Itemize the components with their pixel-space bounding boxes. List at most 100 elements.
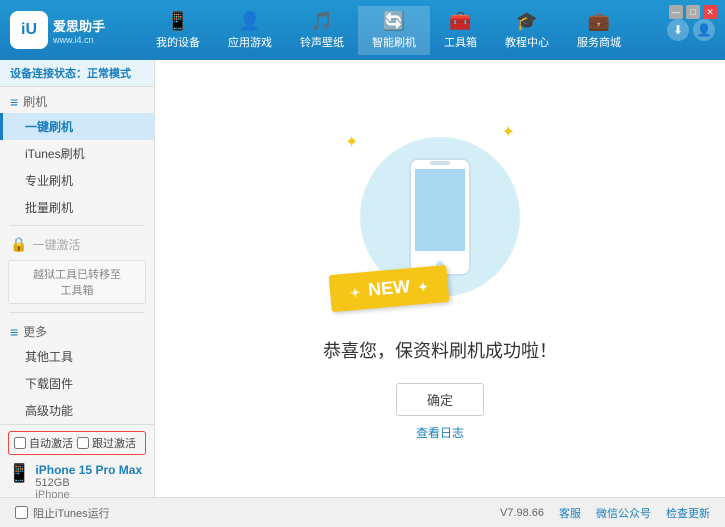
activation-notice-box: 越狱工具已转移至工具箱 bbox=[8, 260, 146, 304]
download-firmware-label: 下载固件 bbox=[25, 377, 73, 391]
logo-text-icon: iU bbox=[21, 21, 37, 39]
tutorial-icon: 🎓 bbox=[516, 11, 538, 32]
minimize-button[interactable]: — bbox=[669, 5, 683, 19]
device-storage: 512GB bbox=[35, 477, 142, 489]
service-label: 服务商城 bbox=[577, 34, 621, 50]
sidebar-divider-1 bbox=[10, 225, 144, 226]
view-log-link[interactable]: 查看日志 bbox=[416, 424, 464, 441]
stop-itunes-checkbox[interactable] bbox=[15, 506, 28, 519]
flash-section-header: ≡ 刷机 bbox=[0, 87, 154, 113]
confirm-button[interactable]: 确定 bbox=[396, 383, 484, 416]
footer-link-customer-service[interactable]: 客服 bbox=[559, 505, 581, 521]
device-name: iPhone 15 Pro Max bbox=[35, 463, 142, 477]
nav-tab-tutorial[interactable]: 🎓 教程中心 bbox=[491, 6, 563, 55]
advanced-label: 高级功能 bbox=[25, 404, 73, 418]
footer-link-check-update[interactable]: 检查更新 bbox=[666, 505, 710, 521]
device-details: iPhone 15 Pro Max 512GB iPhone bbox=[35, 463, 142, 501]
stop-itunes-label: 阻止iTunes运行 bbox=[33, 505, 110, 521]
sidebar-item-other-tools[interactable]: 其他工具 bbox=[0, 343, 154, 370]
nav-tab-my-device[interactable]: 📱 我的设备 bbox=[142, 6, 214, 55]
activation-section-header: 🔒 一键激活 bbox=[0, 230, 154, 256]
one-key-flash-label: 一键刷机 bbox=[25, 120, 73, 134]
tutorial-label: 教程中心 bbox=[505, 34, 549, 50]
main-layout: 设备连接状态：正常模式 ≡ 刷机 一键刷机 iTunes刷机 专业刷机 批量刷机… bbox=[0, 60, 725, 497]
apps-games-icon: 👤 bbox=[239, 11, 261, 32]
sidebar-bottom: 自动激活 跟过激活 📱 iPhone 15 Pro Max 512GB iPho… bbox=[0, 424, 154, 511]
nav-tab-service[interactable]: 💼 服务商城 bbox=[563, 6, 635, 55]
status-label: 设备连接状态： bbox=[10, 68, 87, 80]
top-navbar: iU 爱思助手 www.i4.cn 📱 我的设备 👤 应用游戏 🎵 铃声壁纸 🔄… bbox=[0, 0, 725, 60]
service-icon: 💼 bbox=[588, 11, 610, 32]
sparkle-icon-1: ✦ bbox=[345, 132, 358, 152]
nav-tabs: 📱 我的设备 👤 应用游戏 🎵 铃声壁纸 🔄 智能刷机 🧰 工具箱 🎓 教程中心… bbox=[110, 6, 667, 55]
device-info: 📱 iPhone 15 Pro Max 512GB iPhone bbox=[8, 459, 146, 505]
device-type: iPhone bbox=[35, 489, 142, 501]
view-log-label: 查看日志 bbox=[416, 426, 464, 440]
activation-section-label: 一键激活 bbox=[32, 236, 80, 253]
success-illustration: ✦ ✦ NEW bbox=[340, 117, 540, 317]
more-section-header: ≡ 更多 bbox=[0, 317, 154, 343]
window-controls: — □ ✕ bbox=[669, 5, 717, 19]
sidebar-item-itunes-flash[interactable]: iTunes刷机 bbox=[0, 140, 154, 167]
close-button[interactable]: ✕ bbox=[703, 5, 717, 19]
top-right-icons: ⬇ 👤 bbox=[667, 19, 715, 41]
guided-activation-checkbox[interactable]: 跟过激活 bbox=[77, 435, 136, 451]
batch-flash-label: 批量刷机 bbox=[25, 201, 73, 215]
ringtones-label: 铃声壁纸 bbox=[300, 34, 344, 50]
main-content: ✦ ✦ NEW 恭喜您，保资料刷机成功啦！ 确定 查看日志 bbox=[155, 60, 725, 497]
pro-flash-label: 专业刷机 bbox=[25, 174, 73, 188]
check-update-label: 检查更新 bbox=[666, 508, 710, 520]
logo-icon: iU bbox=[10, 11, 48, 49]
auto-activate-input[interactable] bbox=[14, 437, 26, 449]
success-message: 恭喜您，保资料刷机成功啦！ bbox=[323, 337, 557, 363]
footer-version-block: V7.98.66 客服 微信公众号 检查更新 bbox=[500, 505, 710, 521]
sidebar-divider-2 bbox=[10, 312, 144, 313]
activation-notice-text: 越狱工具已转移至工具箱 bbox=[33, 269, 121, 297]
app-title: 爱思助手 bbox=[53, 16, 105, 35]
sidebar-item-one-key-flash[interactable]: 一键刷机 bbox=[0, 113, 154, 140]
download-icon[interactable]: ⬇ bbox=[667, 19, 689, 41]
apps-games-label: 应用游戏 bbox=[228, 34, 272, 50]
smart-flash-label: 智能刷机 bbox=[372, 34, 416, 50]
sidebar-item-advanced[interactable]: 高级功能 bbox=[0, 397, 154, 424]
nav-tab-apps-games[interactable]: 👤 应用游戏 bbox=[214, 6, 286, 55]
nav-tab-ringtones[interactable]: 🎵 铃声壁纸 bbox=[286, 6, 358, 55]
app-logo: iU 爱思助手 www.i4.cn bbox=[10, 11, 110, 49]
more-section-label: 更多 bbox=[23, 323, 47, 340]
version-label: V7.98.66 bbox=[500, 507, 544, 519]
footer-left: 阻止iTunes运行 bbox=[15, 505, 110, 521]
connection-status: 设备连接状态：正常模式 bbox=[0, 60, 154, 87]
sparkle-icon-2: ✦ bbox=[502, 122, 515, 142]
itunes-flash-label: iTunes刷机 bbox=[25, 147, 85, 161]
auto-activate-checkbox[interactable]: 自动激活 bbox=[14, 435, 73, 451]
phone-svg bbox=[405, 157, 475, 277]
ringtones-icon: 🎵 bbox=[311, 11, 333, 32]
maximize-button[interactable]: □ bbox=[686, 5, 700, 19]
user-icon[interactable]: 👤 bbox=[693, 19, 715, 41]
confirm-button-label: 确定 bbox=[427, 393, 453, 408]
app-url: www.i4.cn bbox=[53, 35, 105, 45]
flash-section-label: 刷机 bbox=[23, 93, 47, 110]
sidebar-item-batch-flash[interactable]: 批量刷机 bbox=[0, 194, 154, 221]
nav-tab-smart-flash[interactable]: 🔄 智能刷机 bbox=[358, 6, 430, 55]
my-device-icon: 📱 bbox=[167, 11, 189, 32]
smart-flash-icon: 🔄 bbox=[383, 11, 405, 32]
footer-link-wechat[interactable]: 微信公众号 bbox=[596, 505, 651, 521]
guided-activation-input[interactable] bbox=[77, 437, 89, 449]
flash-section-icon: ≡ bbox=[10, 94, 18, 110]
tools-label: 工具箱 bbox=[444, 34, 477, 50]
more-section-icon: ≡ bbox=[10, 324, 18, 340]
status-value: 正常模式 bbox=[87, 68, 131, 80]
sidebar-item-pro-flash[interactable]: 专业刷机 bbox=[0, 167, 154, 194]
tools-icon: 🧰 bbox=[449, 11, 471, 32]
sidebar-item-download-firmware[interactable]: 下载固件 bbox=[0, 370, 154, 397]
nav-tab-tools[interactable]: 🧰 工具箱 bbox=[430, 6, 491, 55]
logo-text-block: 爱思助手 www.i4.cn bbox=[53, 16, 105, 45]
new-label: NEW bbox=[367, 276, 411, 300]
device-phone-icon: 📱 bbox=[8, 463, 30, 484]
other-tools-label: 其他工具 bbox=[25, 350, 73, 364]
wechat-label: 微信公众号 bbox=[596, 508, 651, 520]
my-device-label: 我的设备 bbox=[156, 34, 200, 50]
auto-activate-label: 自动激活 bbox=[29, 435, 73, 451]
customer-service-label: 客服 bbox=[559, 508, 581, 520]
